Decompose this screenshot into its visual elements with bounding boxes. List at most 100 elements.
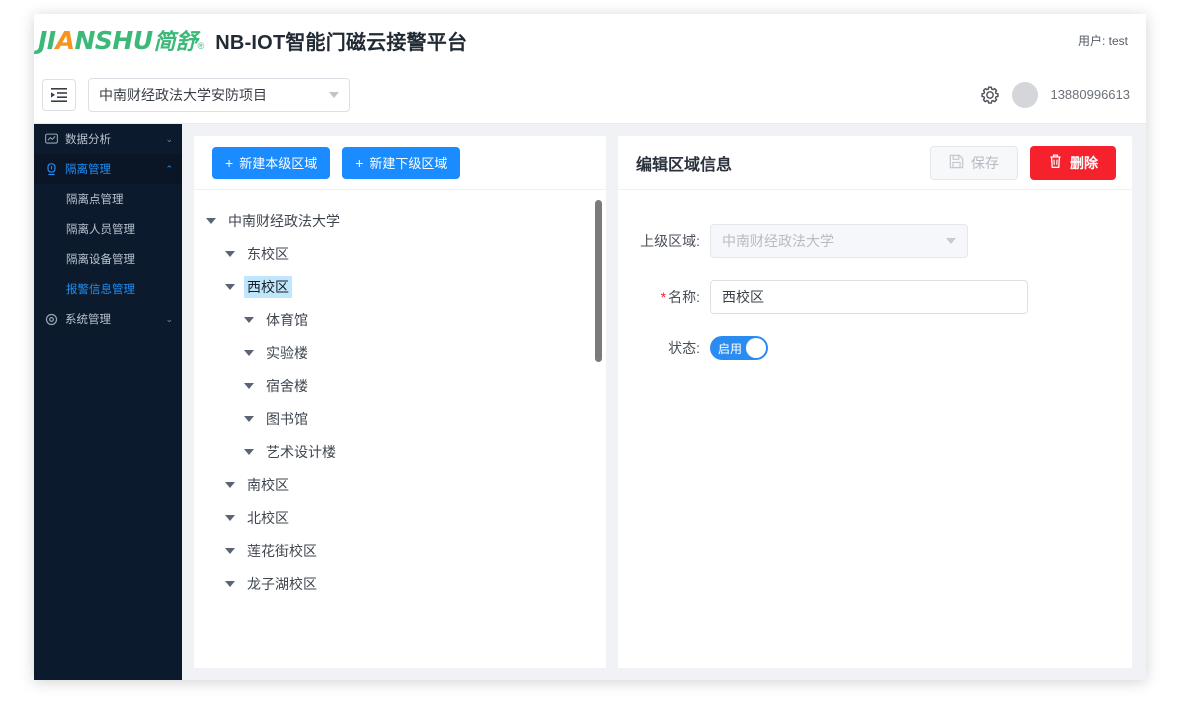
parent-region-label: 上级区域:: [640, 233, 700, 249]
status-toggle-label: 启用: [718, 341, 743, 356]
tree-node[interactable]: 图书馆: [194, 402, 606, 435]
region-tree: 中南财经政法大学东校区西校区体育馆实验楼宿舍楼图书馆艺术设计楼南校区北校区莲花街…: [194, 190, 606, 668]
new-sub-level-region-button[interactable]: + 新建下级区域: [342, 146, 461, 179]
chevron-down-icon: [946, 238, 956, 244]
chevron-down-icon[interactable]: [225, 547, 235, 554]
form-row-name: * 名称:: [618, 280, 1132, 314]
chevron-down-icon: ⌄: [165, 313, 173, 324]
chevron-down-icon[interactable]: [244, 316, 254, 323]
chevron-up-icon: ⌃: [165, 163, 173, 174]
sidebar-subitem-isolation-device[interactable]: 隔离设备管理: [34, 244, 182, 274]
logo-part-1: JI: [38, 26, 56, 55]
tree-node-label: 宿舍楼: [266, 377, 308, 394]
save-icon: [949, 154, 964, 172]
tree-node[interactable]: 宿舍楼: [194, 369, 606, 402]
tree-scrollbar[interactable]: [595, 200, 602, 362]
app-window: JIANSHU 简舒 ® NB-IOT智能门磁云接警平台 用户: test 中南…: [34, 14, 1146, 680]
chevron-down-icon[interactable]: [225, 481, 235, 488]
status-toggle[interactable]: 启用: [710, 336, 768, 360]
tree-node[interactable]: 东校区: [194, 237, 606, 270]
sidebar-subitem-label: 隔离人员管理: [66, 224, 135, 236]
menu-fold-icon[interactable]: [42, 78, 76, 111]
page-title: NB-IOT智能门磁云接警平台: [215, 31, 468, 54]
brand-logo: JIANSHU 简舒 ®: [38, 24, 204, 56]
tree-node-label: 北校区: [247, 509, 289, 526]
sidebar-subitem-label: 报警信息管理: [66, 284, 135, 296]
tree-node[interactable]: 体育馆: [194, 303, 606, 336]
sidebar-subitem-isolation-point[interactable]: 隔离点管理: [34, 184, 182, 214]
tree-node-label: 图书馆: [266, 410, 308, 427]
tree-node-label: 西校区: [244, 275, 292, 298]
logo-text: JIANSHU: [38, 26, 153, 55]
tree-node[interactable]: 南校区: [194, 468, 606, 501]
sidebar-item-data-analysis[interactable]: 数据分析 ⌄: [34, 124, 182, 154]
parent-region-value: 中南财经政法大学: [722, 233, 834, 249]
form-row-parent-region: 上级区域: 中南财经政法大学: [618, 224, 1132, 258]
new-same-level-region-label: 新建本级区域: [239, 156, 318, 171]
status-label: 状态:: [668, 340, 700, 356]
chevron-down-icon[interactable]: [244, 382, 254, 389]
app-header: JIANSHU 简舒 ® NB-IOT智能门磁云接警平台 用户: test: [34, 14, 1146, 66]
parent-region-select: 中南财经政法大学: [710, 224, 968, 258]
tree-node-label: 东校区: [247, 245, 289, 262]
logo-accent-letter: A: [55, 26, 75, 55]
gear-icon[interactable]: [980, 85, 1000, 105]
chevron-down-icon[interactable]: [225, 250, 235, 257]
chevron-down-icon[interactable]: [225, 283, 235, 290]
sidebar-item-label: 隔离管理: [65, 164, 111, 176]
form-row-status: 状态: 启用: [618, 336, 1132, 360]
sidebar-subitem-label: 隔离点管理: [66, 194, 124, 206]
sidebar-subitem-isolation-personnel[interactable]: 隔离人员管理: [34, 214, 182, 244]
tree-node-label: 体育馆: [266, 311, 308, 328]
tree-node[interactable]: 西校区: [194, 270, 606, 303]
chevron-down-icon[interactable]: [244, 448, 254, 455]
tree-node[interactable]: 实验楼: [194, 336, 606, 369]
tree-node[interactable]: 莲花街校区: [194, 534, 606, 567]
chevron-down-icon[interactable]: [225, 514, 235, 521]
tree-node-label: 南校区: [247, 476, 289, 493]
plus-icon: +: [355, 154, 364, 171]
sidebar-item-label: 系统管理: [65, 314, 111, 326]
chevron-down-icon[interactable]: [244, 415, 254, 422]
region-tree-toolbar: + 新建本级区域 + 新建下级区域: [194, 136, 606, 190]
required-asterisk: *: [660, 289, 667, 305]
main-content: + 新建本级区域 + 新建下级区域 中南财经政法大学东校区西校区体育馆实验楼宿舍…: [182, 124, 1146, 680]
save-button[interactable]: 保存: [930, 145, 1018, 180]
chevron-down-icon[interactable]: [225, 580, 235, 587]
name-label-text: 名称:: [668, 289, 700, 305]
trash-icon: [1048, 153, 1063, 172]
user-label: 用户: test: [1077, 33, 1128, 48]
edit-region-header: 编辑区域信息 保存 删除: [618, 136, 1132, 190]
project-select-value: 中南财经政法大学安防项目: [99, 86, 267, 103]
chart-icon: [44, 133, 59, 145]
delete-button[interactable]: 删除: [1030, 145, 1116, 180]
plus-icon: +: [225, 154, 234, 171]
logo-part-2: NSHU: [74, 26, 153, 55]
chevron-down-icon[interactable]: [244, 349, 254, 356]
gear-icon: [44, 313, 59, 326]
toggle-knob: [746, 338, 766, 358]
sidebar-item-system-management[interactable]: 系统管理 ⌄: [34, 304, 182, 334]
tree-node[interactable]: 龙子湖校区: [194, 567, 606, 600]
toolbar-right-group: 13880996613: [980, 81, 1130, 108]
sidebar-subitem-alarm-info[interactable]: 报警信息管理: [34, 274, 182, 304]
sidebar-item-label: 数据分析: [65, 134, 111, 146]
project-select[interactable]: 中南财经政法大学安防项目: [88, 77, 350, 112]
sidebar-nav: 数据分析 ⌄ 隔离管理 ⌃ 隔离点管理 隔离人员管理 隔离设备管理 报警信息管理: [34, 124, 182, 680]
chevron-down-icon: [329, 91, 339, 98]
panels-row: + 新建本级区域 + 新建下级区域 中南财经政法大学东校区西校区体育馆实验楼宿舍…: [194, 136, 1132, 668]
save-button-label: 保存: [971, 154, 999, 171]
logo-registered-mark: ®: [197, 41, 205, 51]
tree-node[interactable]: 艺术设计楼: [194, 435, 606, 468]
avatar[interactable]: [1012, 81, 1039, 108]
tree-node-label: 实验楼: [266, 344, 308, 361]
name-input[interactable]: [710, 280, 1028, 314]
app-toolbar: 中南财经政法大学安防项目 13880996613: [34, 66, 1146, 124]
edit-region-title: 编辑区域信息: [636, 156, 733, 174]
new-same-level-region-button[interactable]: + 新建本级区域: [212, 146, 331, 179]
sidebar-item-isolation-management[interactable]: 隔离管理 ⌃: [34, 154, 182, 184]
tree-node[interactable]: 北校区: [194, 501, 606, 534]
tree-node-label: 莲花街校区: [247, 542, 317, 559]
chevron-down-icon[interactable]: [206, 217, 216, 224]
tree-node[interactable]: 中南财经政法大学: [194, 204, 606, 237]
